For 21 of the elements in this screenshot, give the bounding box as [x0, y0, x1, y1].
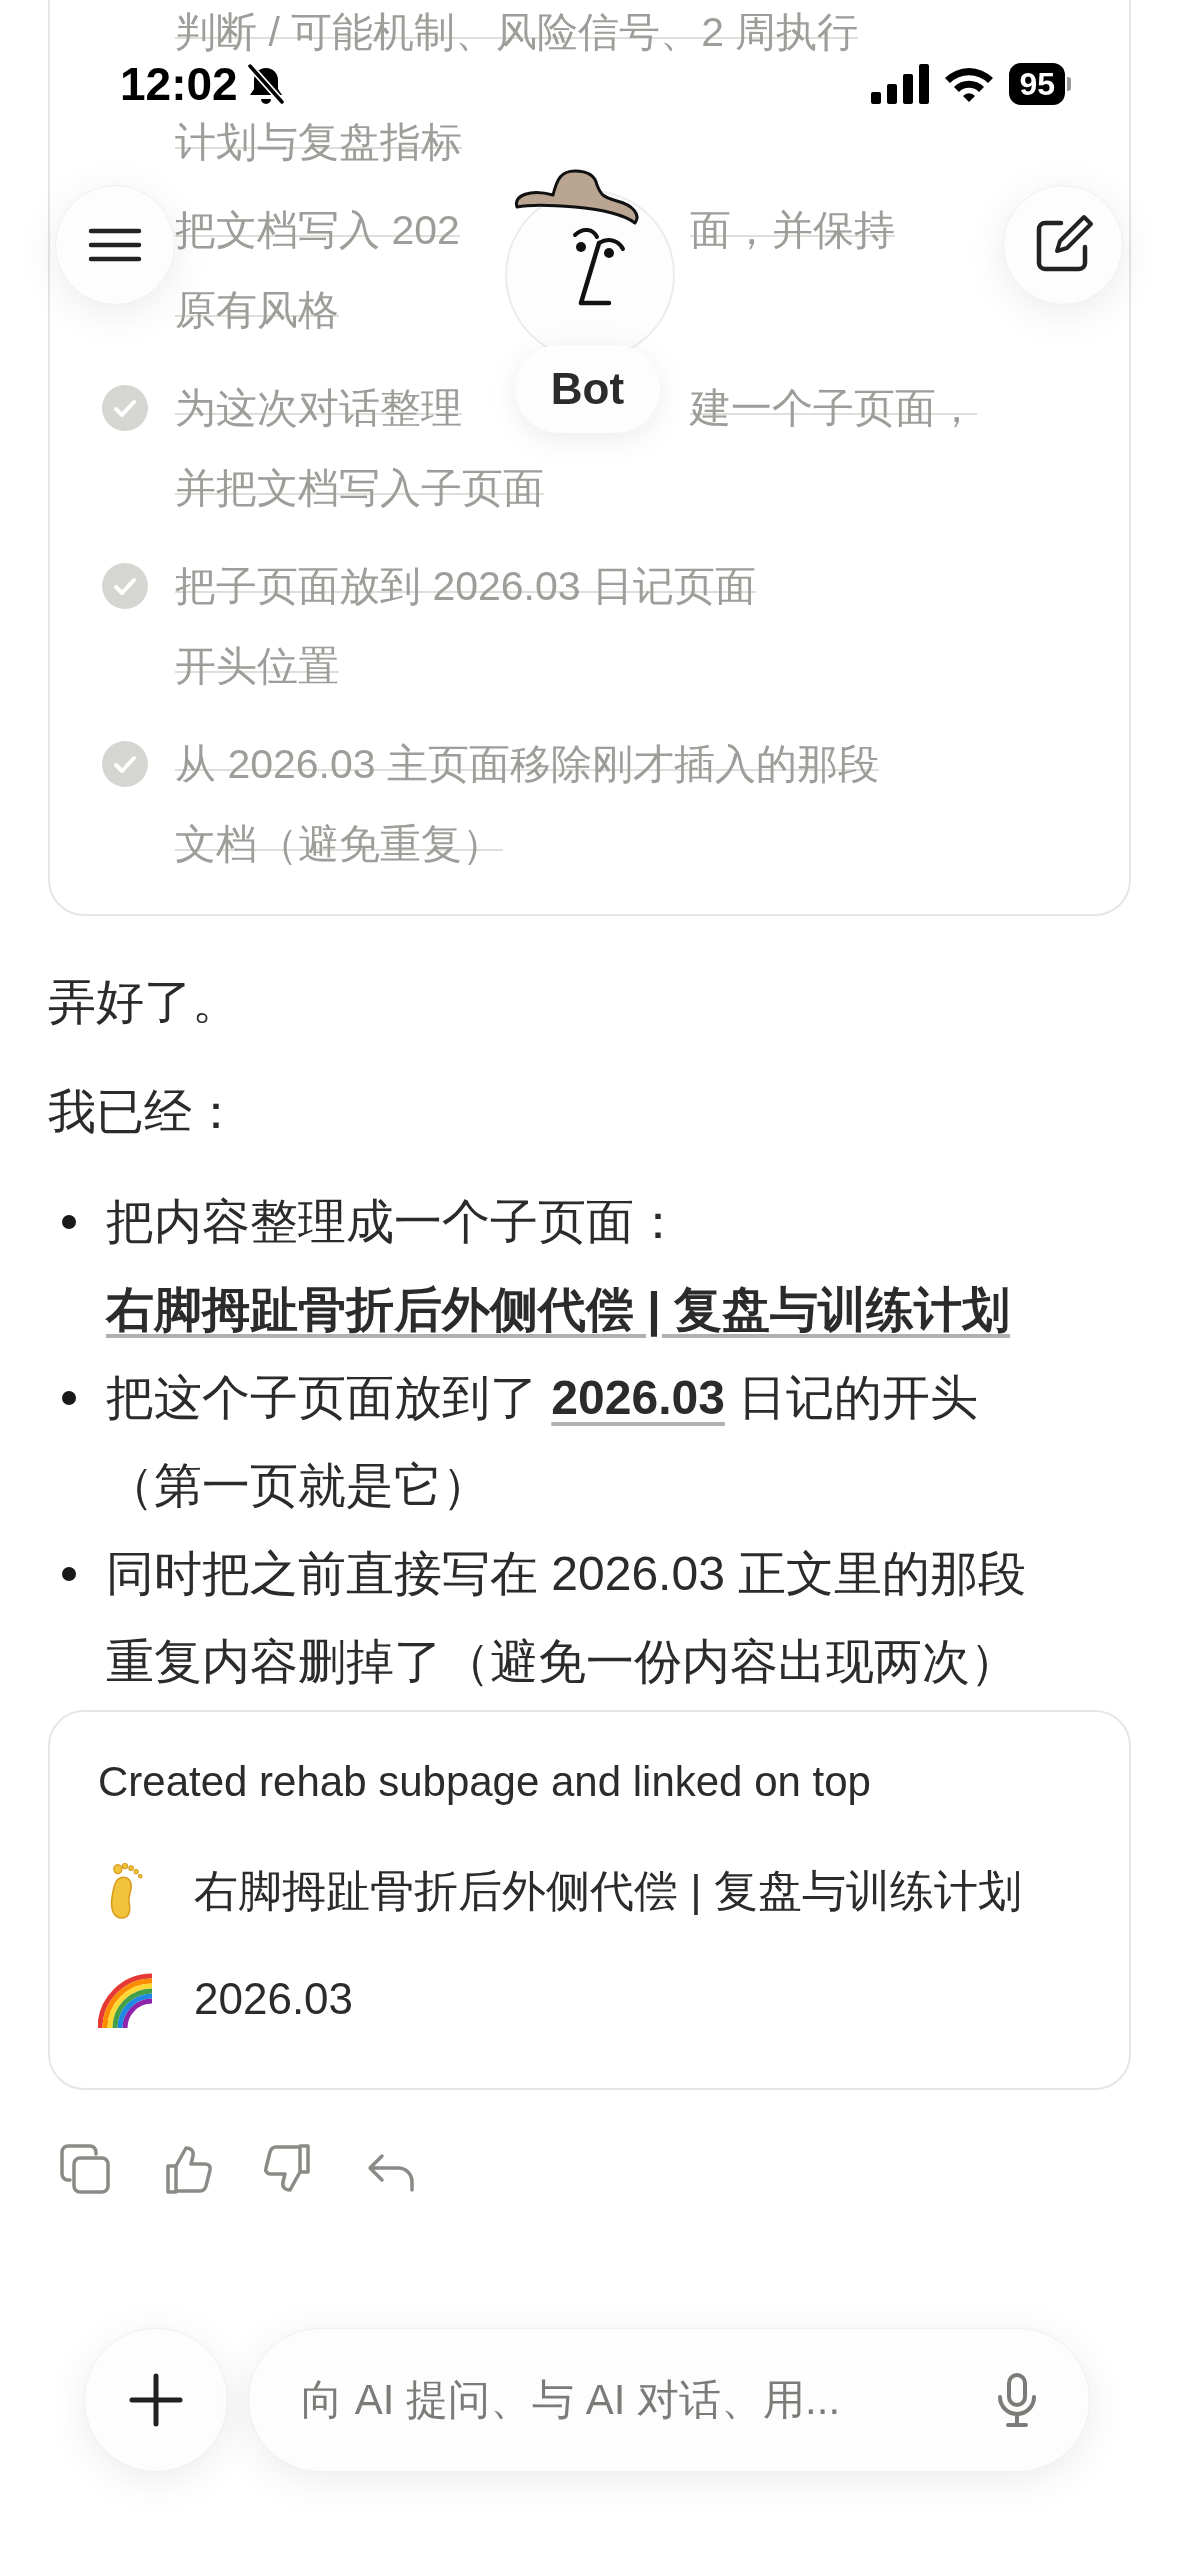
bullet-icon	[62, 1567, 76, 1581]
message-text: 弄好了。	[48, 974, 241, 1030]
bullet-icon	[62, 1215, 76, 1229]
page-link[interactable]: 右脚拇趾骨折后外侧代偿 | 复盘与训练计划	[106, 1283, 1011, 1336]
result-title: Created rehab subpage and linked on top	[98, 1757, 872, 1807]
message-input-field[interactable]: 向 AI 提问、与 AI 对话、用...	[248, 2328, 1090, 2472]
check-icon[interactable]	[102, 385, 148, 431]
foot-icon	[108, 1862, 144, 1920]
page-title[interactable]: 2026.03	[194, 1970, 354, 2028]
battery-level: 95	[1009, 63, 1065, 105]
page-title[interactable]: 右脚拇趾骨折后外侧代偿 | 复盘与训练计划	[194, 1862, 1022, 1920]
list-item-text: 把这个子页面放到了 2026.03 日记的开头（第一页就是它）	[106, 1370, 980, 1514]
page-link[interactable]: 2026.03	[551, 1371, 725, 1424]
bullet-icon	[62, 1391, 76, 1405]
signal-icon	[871, 64, 930, 104]
list-item-text: 同时把之前直接写在 2026.03 正文里的那段重复内容删掉了（避免一份内容出现两次）	[106, 1546, 1028, 1690]
check-icon[interactable]	[102, 563, 148, 609]
message-text: 我已经：	[48, 1084, 241, 1140]
list-item-text: 把内容整理成一个子页面： 右脚拇趾骨折后外侧代偿 | 复盘与训练计划	[106, 1194, 1012, 1339]
check-icon[interactable]	[102, 741, 148, 787]
bot-name: Bot	[515, 345, 660, 433]
